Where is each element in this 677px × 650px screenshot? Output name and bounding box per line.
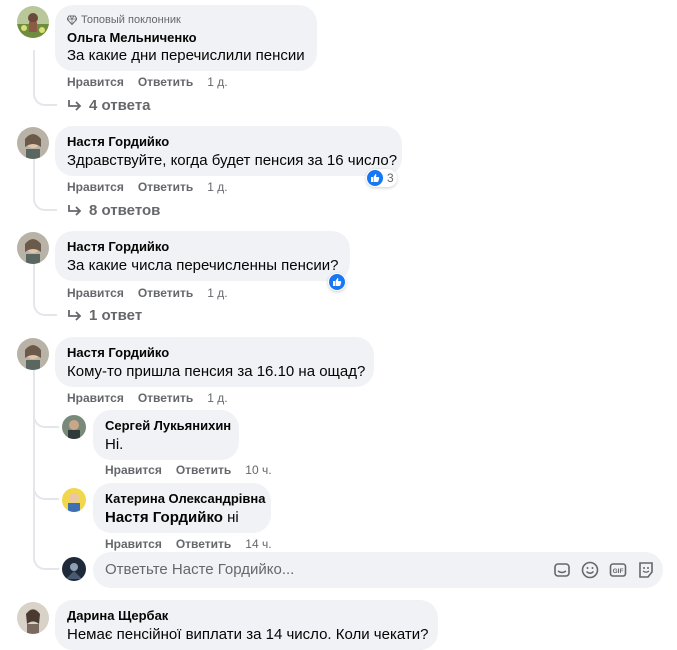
avatar[interactable] <box>17 6 49 38</box>
view-replies-link[interactable]: 4 ответа <box>67 96 151 116</box>
timestamp[interactable]: 10 ч. <box>245 463 271 477</box>
reaction-count[interactable]: 3 <box>366 169 397 187</box>
thread-line <box>33 504 59 570</box>
replies-count: 8 ответов <box>89 202 161 219</box>
reply-bubble: Сергей Лукьянихин Ні. <box>93 410 239 460</box>
reaction-count[interactable] <box>328 273 346 291</box>
thread-line <box>33 50 57 106</box>
like-reaction-icon <box>329 274 345 290</box>
comment-author[interactable]: Ольга Мельниченко <box>67 30 305 46</box>
like-button[interactable]: Нравится <box>67 75 124 89</box>
reply-button[interactable]: Ответить <box>138 180 193 194</box>
sticker-icon[interactable] <box>553 561 571 579</box>
reply-arrow-icon <box>68 100 82 111</box>
like-button[interactable]: Нравится <box>105 463 162 477</box>
avatar[interactable] <box>62 415 86 439</box>
reply-input[interactable]: Ответьте Насте Гордийко... GIF <box>93 552 663 588</box>
avatar[interactable] <box>62 488 86 512</box>
comment-bubble: Дарина Щербак Немає пенсійної виплати за… <box>55 600 438 650</box>
comment-author[interactable]: Сергей Лукьянихин <box>105 418 231 434</box>
gif-icon[interactable]: GIF <box>609 561 627 579</box>
avatar[interactable] <box>17 232 49 264</box>
avatar[interactable] <box>17 338 49 370</box>
reply-button[interactable]: Ответить <box>138 286 193 300</box>
thread-line <box>33 158 57 211</box>
timestamp[interactable]: 14 ч. <box>245 537 271 551</box>
replies-count: 4 ответа <box>89 97 151 114</box>
comment-author[interactable]: Дарина Щербак <box>67 608 426 624</box>
comment-author[interactable]: Настя Гордийко <box>67 134 390 150</box>
timestamp[interactable]: 1 д. <box>207 180 227 194</box>
view-replies-link[interactable]: 8 ответов <box>67 201 160 221</box>
thread-line <box>33 470 59 500</box>
comment-text: За какие числа перечисленны пенсии? <box>67 257 339 274</box>
reply-button[interactable]: Ответить <box>176 463 231 477</box>
comment-text: Кому-то пришла пенсия за 16.10 на ощад? <box>67 363 366 380</box>
badge-label: Топовый поклонник <box>81 14 181 26</box>
like-button[interactable]: Нравится <box>67 391 124 405</box>
reply-arrow-icon <box>68 310 82 321</box>
comment-actions: Нравится Ответить 10 ч. <box>105 462 286 478</box>
comment-actions: Нравится Ответить 1 д. <box>67 390 242 406</box>
reply-button[interactable]: Ответить <box>138 391 193 405</box>
mention-link[interactable]: Настя Гордийко <box>105 509 223 526</box>
comment-text: Здравствуйте, когда будет пенсия за 16 ч… <box>67 152 398 169</box>
comment-bubble: Настя Гордийко За какие числа перечислен… <box>55 231 350 281</box>
reply-button[interactable]: Ответить <box>138 75 193 89</box>
emoji-icon[interactable] <box>581 561 599 579</box>
comment-text: Немає пенсійної виплати за 14 число. Кол… <box>67 626 429 643</box>
thread-line <box>33 400 59 428</box>
view-replies-link[interactable]: 1 ответ <box>67 306 142 326</box>
comment-bubble: Настя Гордийко Здравствуйте, когда будет… <box>55 126 402 176</box>
current-user-avatar <box>62 557 86 581</box>
avatar-sticker-icon[interactable] <box>637 561 655 579</box>
comment-actions: Нравится Ответить 1 д. <box>67 179 242 195</box>
avatar[interactable] <box>17 127 49 159</box>
like-button[interactable]: Нравится <box>67 286 124 300</box>
comment-text: Ні. <box>105 436 124 453</box>
comment-actions: Нравится Ответить 14 ч. <box>105 536 286 552</box>
svg-text:GIF: GIF <box>613 568 624 575</box>
comment-author[interactable]: Настя Гордийко <box>67 239 338 255</box>
comment-author[interactable]: Настя Гордийко <box>67 345 362 361</box>
avatar[interactable] <box>17 602 49 634</box>
like-button[interactable]: Нравится <box>105 537 162 551</box>
reply-bubble: Катерина Олександрівна Настя Гордийко ні <box>93 483 271 533</box>
like-reaction-icon <box>367 170 383 186</box>
diamond-icon <box>67 15 77 25</box>
reply-arrow-icon <box>68 205 82 216</box>
comment-actions: Нравится Ответить 1 д. <box>67 74 242 90</box>
comment-author[interactable]: Катерина Олександрівна <box>105 491 266 507</box>
top-fan-badge: Топовый поклонник <box>67 13 305 27</box>
comment-bubble: Топовый поклонник Ольга Мельниченко За к… <box>55 5 317 71</box>
comment-actions: Нравится Ответить 1 д. <box>67 285 242 301</box>
timestamp[interactable]: 1 д. <box>207 286 227 300</box>
comment-text-rest: ні <box>222 509 239 526</box>
timestamp[interactable]: 1 д. <box>207 391 227 405</box>
timestamp[interactable]: 1 д. <box>207 75 227 89</box>
thread-line <box>33 264 57 316</box>
reply-placeholder: Ответьте Насте Гордийко... <box>105 561 295 578</box>
like-button[interactable]: Нравится <box>67 180 124 194</box>
comment-bubble: Настя Гордийко Кому-то пришла пенсия за … <box>55 337 374 387</box>
comment-text: За какие дни перечислили пенсии <box>67 47 305 64</box>
reply-button[interactable]: Ответить <box>176 537 231 551</box>
reaction-number: 3 <box>387 171 394 185</box>
replies-count: 1 ответ <box>89 307 143 324</box>
comment-text: Настя Гордийко ні <box>105 508 259 528</box>
